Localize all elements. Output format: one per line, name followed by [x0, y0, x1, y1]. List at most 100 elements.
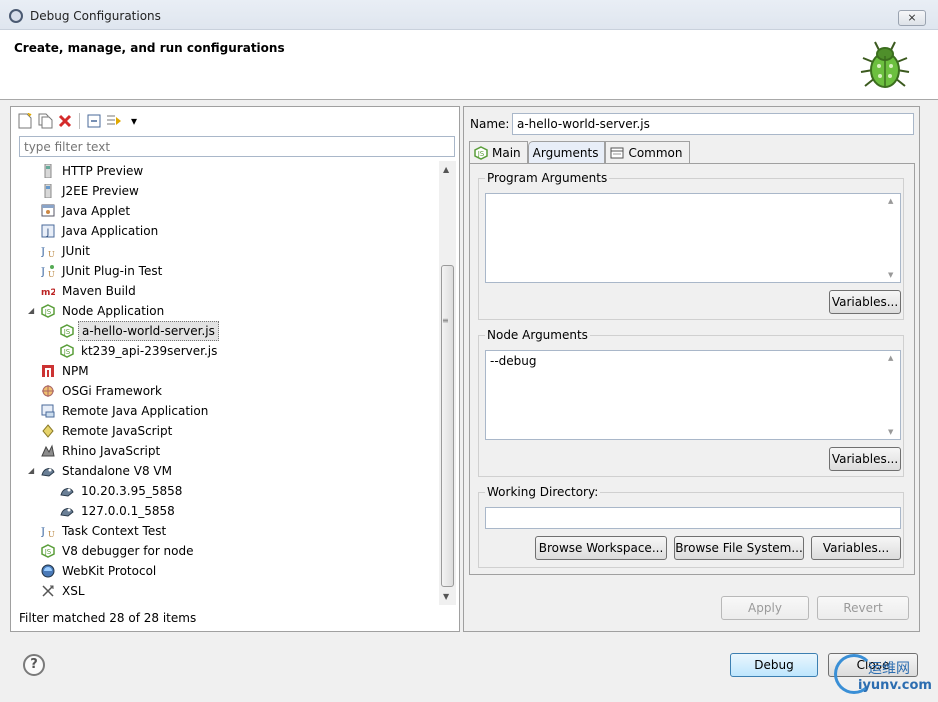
tree-item-label: Standalone V8 VM [62, 464, 172, 478]
duplicate-configuration-icon[interactable] [37, 113, 53, 129]
tree-item-label: V8 debugger for node [62, 544, 194, 558]
task-context-icon: JU [41, 527, 55, 538]
tab-main[interactable]: JS Main [469, 141, 528, 163]
tree-item-label: Java Application [62, 224, 159, 238]
scrollbar-thumb[interactable] [441, 265, 454, 587]
tree-item[interactable]: XSL [11, 581, 439, 601]
scroll-up-icon[interactable]: ▲ [443, 165, 449, 174]
svg-text:U: U [48, 250, 55, 258]
node-arguments-scrollbar[interactable]: ▲ ▼ [884, 351, 900, 439]
tree-item[interactable]: m2 Maven Build [11, 281, 439, 301]
debug-bug-icon [860, 41, 910, 88]
tree-item-label: Rhino JavaScript [62, 444, 161, 458]
node-icon: JS [60, 324, 74, 338]
tree-item[interactable]: Remote JavaScript [11, 421, 439, 441]
help-icon[interactable]: ? [23, 654, 45, 676]
program-arguments-textarea[interactable]: ▲ ▼ [485, 193, 901, 283]
tree-item[interactable]: Rhino JavaScript [11, 441, 439, 461]
config-tabs: JS Main Arguments Common [469, 141, 690, 163]
node-icon: JS [474, 145, 488, 160]
tree-item-label: Remote Java Application [62, 404, 209, 418]
svg-text:JS: JS [44, 548, 52, 556]
tree-item-label: 127.0.0.1_5858 [81, 504, 175, 518]
tree-item[interactable]: OSGi Framework [11, 381, 439, 401]
webkit-icon [41, 564, 55, 578]
tree-item-label: HTTP Preview [62, 164, 144, 178]
tree-item-label: OSGi Framework [62, 384, 162, 398]
expand-arrow-icon[interactable]: ◢ [28, 301, 38, 321]
working-directory-input[interactable] [485, 507, 901, 529]
debug-button[interactable]: Debug [730, 653, 818, 677]
collapse-all-icon[interactable] [86, 113, 102, 129]
browse-file-system-button[interactable]: Browse File System... [674, 536, 804, 560]
tab-common-label: Common [628, 145, 683, 160]
remote-javascript-icon [42, 424, 54, 438]
configuration-tree: HTTP Preview J2EE Preview Java Applet J Java… [11, 161, 439, 605]
xsl-icon [42, 585, 54, 597]
apply-button[interactable]: Apply [721, 596, 809, 620]
tree-item[interactable]: 127.0.0.1_5858 [11, 501, 439, 521]
tree-item[interactable]: J U JUnit [11, 241, 439, 261]
node-arguments-textarea[interactable]: --debug ▲ ▼ [485, 350, 901, 440]
window-title: Debug Configurations [30, 9, 161, 23]
tree-item[interactable]: NPM [11, 361, 439, 381]
delete-configuration-icon[interactable] [57, 113, 73, 129]
tree-item-label: JUnit Plug-in Test [62, 264, 163, 278]
dialog-header: Create, manage, and run configurations [0, 30, 938, 100]
tree-item[interactable]: J U Task Context Test [11, 521, 439, 541]
http-preview-icon [44, 164, 52, 178]
tree-item[interactable]: Java Applet [11, 201, 439, 221]
configuration-editor-pane: Name: JS Main Arguments Common Program A… [463, 106, 920, 632]
toolbar-dropdown-icon[interactable]: ▾ [126, 113, 142, 129]
node-arguments-variables-button[interactable]: Variables... [829, 447, 901, 471]
svg-text:J: J [41, 267, 45, 278]
scroll-down-icon[interactable]: ▼ [443, 592, 449, 601]
new-configuration-icon[interactable] [17, 113, 33, 129]
tree-item[interactable]: ◢ JS Node Application [11, 301, 439, 321]
tree-item[interactable]: JS a-hello-world-server.js [11, 321, 439, 341]
svg-text:J: J [41, 527, 45, 538]
v8-vm-icon [60, 508, 74, 517]
svg-text:JS: JS [63, 328, 71, 336]
working-directory-label: Working Directory: [485, 485, 601, 499]
svg-text:JS: JS [44, 308, 52, 316]
npm-icon [42, 365, 54, 377]
browse-workspace-button[interactable]: Browse Workspace... [535, 536, 667, 560]
program-arguments-scrollbar[interactable]: ▲ ▼ [884, 194, 900, 282]
tab-arguments-label: Arguments [532, 145, 599, 160]
tree-item[interactable]: WebKit Protocol [11, 561, 439, 581]
tree-item[interactable]: J2EE Preview [11, 181, 439, 201]
name-label: Name: [470, 117, 510, 131]
tab-common[interactable]: Common [605, 141, 690, 163]
filter-configurations-icon[interactable] [106, 113, 122, 129]
tree-item[interactable]: JS V8 debugger for node [11, 541, 439, 561]
revert-button[interactable]: Revert [817, 596, 909, 620]
svg-text:JS: JS [477, 150, 485, 158]
tree-item[interactable]: ◢ Standalone V8 VM [11, 461, 439, 481]
filter-input[interactable] [19, 136, 455, 157]
tree-item[interactable]: J U JUnit Plug-in Test [11, 261, 439, 281]
dialog-heading: Create, manage, and run configurations [14, 41, 285, 55]
tab-arguments[interactable]: Arguments [527, 141, 606, 163]
expand-arrow-icon[interactable]: ◢ [28, 461, 38, 481]
tree-item[interactable]: Remote Java Application [11, 401, 439, 421]
name-input[interactable] [512, 113, 914, 135]
tree-scrollbar[interactable]: ▲ ≡ ▼ [439, 161, 456, 605]
svg-text:J: J [41, 247, 45, 258]
tree-item-label: Remote JavaScript [62, 424, 173, 438]
tree-item-label: Task Context Test [62, 524, 167, 538]
title-bar: Debug Configurations ⨯ [0, 0, 938, 30]
configuration-list-pane: ▾ HTTP PreviewJ2EE PreviewJava AppletJJa… [10, 106, 460, 632]
v8-vm-icon [41, 468, 55, 477]
common-tab-icon [610, 147, 624, 158]
program-arguments-variables-button[interactable]: Variables... [829, 290, 901, 314]
node-arguments-label: Node Arguments [485, 328, 590, 342]
tree-item[interactable]: HTTP Preview [11, 161, 439, 181]
tree-item[interactable]: JS kt239_api-239server.js [11, 341, 439, 361]
working-directory-variables-button[interactable]: Variables... [811, 536, 901, 560]
window-close-button[interactable]: ⨯ [898, 10, 926, 26]
configuration-toolbar: ▾ [17, 111, 142, 131]
tree-item[interactable]: J Java Application [11, 221, 439, 241]
tree-item[interactable]: 10.20.3.95_5858 [11, 481, 439, 501]
svg-text:JS: JS [63, 348, 71, 356]
